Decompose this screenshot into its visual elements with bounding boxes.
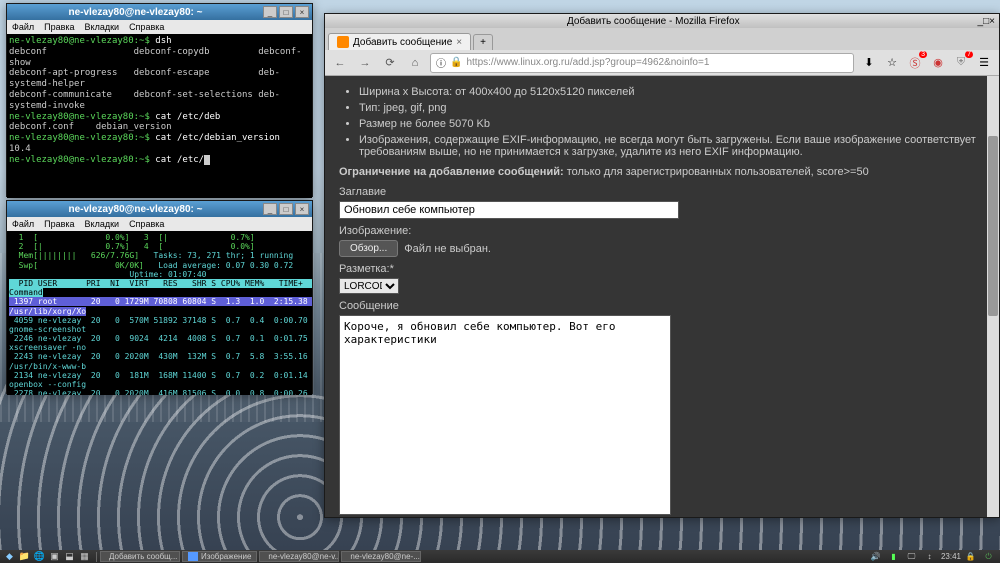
- menu-tabs[interactable]: Вкладки: [85, 219, 120, 229]
- scrollbar[interactable]: [987, 76, 999, 517]
- tab-close-icon[interactable]: ×: [456, 37, 462, 48]
- info-icon[interactable]: ⓘ: [436, 55, 446, 70]
- logout-icon[interactable]: ⏻: [982, 550, 995, 563]
- close-button[interactable]: ×: [989, 16, 995, 27]
- minimize-all-icon[interactable]: ⬓: [63, 550, 76, 563]
- page-content: Ширина x Высота: от 400x400 до 5120x5120…: [325, 76, 999, 517]
- message-label: Сообщение: [339, 300, 985, 312]
- close-button[interactable]: ×: [295, 203, 309, 215]
- list-item: Изображения, содержащие EXIF-информацию,…: [359, 134, 985, 158]
- battery-icon[interactable]: ▮: [887, 550, 900, 563]
- titlebar[interactable]: Добавить сообщение - Mozilla Firefox _ □…: [325, 14, 999, 28]
- titlebar[interactable]: ne-vlezay80@ne-vlezay80: ~ _ □ ×: [7, 4, 312, 20]
- maximize-button[interactable]: □: [279, 203, 293, 215]
- close-button[interactable]: ×: [295, 6, 309, 18]
- image-label: Изображение:: [339, 225, 985, 237]
- terminal-window-2[interactable]: ne-vlezay80@ne-vlezay80: ~ _ □ × Файл Пр…: [6, 200, 313, 394]
- bookmark-icon[interactable]: ☆: [882, 53, 902, 73]
- terminal-window-1[interactable]: ne-vlezay80@ne-vlezay80: ~ _ □ × Файл Пр…: [6, 3, 313, 197]
- file-status: Файл не выбран.: [404, 243, 491, 255]
- message-textarea[interactable]: [339, 315, 671, 515]
- download-icon[interactable]: ⬇: [859, 53, 879, 73]
- desktop-switcher-icon[interactable]: ▦: [78, 550, 91, 563]
- title-label: Заглавие: [339, 186, 985, 198]
- reload-button[interactable]: ⟳: [380, 53, 400, 73]
- taskbar: ◆ 📁 🌐 ▣ ⬓ ▦ Добавить сообщ...Изображение…: [0, 550, 1000, 563]
- list-item: Ширина x Высота: от 400x400 до 5120x5120…: [359, 86, 985, 98]
- home-button[interactable]: ⌂: [405, 53, 425, 73]
- noscript-icon[interactable]: Ⓢ3: [905, 53, 925, 73]
- terminal-icon[interactable]: ▣: [48, 550, 61, 563]
- menu-icon[interactable]: ☰: [974, 53, 994, 73]
- back-button[interactable]: ←: [330, 53, 350, 73]
- adblock-icon[interactable]: ◉: [928, 53, 948, 73]
- minimize-button[interactable]: _: [263, 203, 277, 215]
- shield-icon[interactable]: ⛨7: [951, 53, 971, 73]
- scrollbar-thumb[interactable]: [988, 136, 998, 316]
- menubar: Файл Правка Вкладки Справка: [7, 20, 312, 34]
- menu-help[interactable]: Справка: [129, 22, 164, 32]
- volume-icon[interactable]: 🔊: [869, 550, 882, 563]
- url-text: https://www.linux.org.ru/add.jsp?group=4…: [466, 57, 709, 68]
- markup-label: Разметка:*: [339, 263, 985, 275]
- nav-toolbar: ← → ⟳ ⌂ ⓘ 🔒 https://www.linux.org.ru/add…: [325, 50, 999, 76]
- browse-button[interactable]: Обзор...: [339, 240, 398, 257]
- firefox-window[interactable]: Добавить сообщение - Mozilla Firefox _ □…: [324, 13, 1000, 518]
- favicon-icon: [337, 36, 349, 48]
- menu-edit[interactable]: Правка: [44, 22, 74, 32]
- window-title: Добавить сообщение - Mozilla Firefox: [329, 16, 978, 27]
- taskbar-task[interactable]: ne-vlezay80@ne-...: [341, 551, 421, 562]
- taskbar-task[interactable]: Изображение: [182, 551, 257, 562]
- restriction-label: Ограничение на добавление сообщений:: [339, 166, 564, 178]
- start-menu-icon[interactable]: ◆: [3, 550, 16, 563]
- restriction-text: только для зарегистрированных пользовате…: [564, 166, 869, 178]
- menu-tabs[interactable]: Вкладки: [85, 22, 120, 32]
- window-title: ne-vlezay80@ne-vlezay80: ~: [10, 204, 261, 215]
- menubar: Файл Правка Вкладки Справка: [7, 217, 312, 231]
- tab-title: Добавить сообщение: [353, 37, 452, 48]
- browser-tab[interactable]: Добавить сообщение ×: [328, 33, 471, 50]
- menu-help[interactable]: Справка: [129, 219, 164, 229]
- lock-icon: 🔒: [450, 57, 462, 68]
- forward-button[interactable]: →: [355, 53, 375, 73]
- network-icon[interactable]: ↕: [923, 550, 936, 563]
- menu-file[interactable]: Файл: [12, 22, 34, 32]
- lock-icon[interactable]: 🔒: [964, 550, 977, 563]
- taskbar-task[interactable]: Добавить сообщ...: [100, 551, 180, 562]
- maximize-button[interactable]: □: [279, 6, 293, 18]
- terminal-content[interactable]: ne-vlezay80@ne-vlezay80:~$ dsh debconf d…: [7, 34, 312, 198]
- system-tray: 🔊 ▮ 🖵 ↕ 23:41 🔒 ⏻: [869, 550, 997, 563]
- requirements-list: Ширина x Высота: от 400x400 до 5120x5120…: [359, 86, 985, 158]
- browser-icon[interactable]: 🌐: [33, 550, 46, 563]
- monitor-icon[interactable]: 🖵: [905, 550, 918, 563]
- taskbar-task[interactable]: ne-vlezay80@ne-v...: [259, 551, 339, 562]
- htop-content[interactable]: 1 [ 0.0%] 3 [| 0.7%] 2 [| 0.7%] 4 [ 0.0%…: [7, 231, 312, 395]
- titlebar[interactable]: ne-vlezay80@ne-vlezay80: ~ _ □ ×: [7, 201, 312, 217]
- url-bar[interactable]: ⓘ 🔒 https://www.linux.org.ru/add.jsp?gro…: [430, 53, 854, 73]
- menu-file[interactable]: Файл: [12, 219, 34, 229]
- markup-select[interactable]: LORCODE: [339, 278, 399, 294]
- list-item: Тип: jpeg, gif, png: [359, 102, 985, 114]
- clock[interactable]: 23:41: [941, 552, 961, 561]
- file-manager-icon[interactable]: 📁: [18, 550, 31, 563]
- tab-bar: Добавить сообщение × +: [325, 28, 999, 50]
- list-item: Размер не более 5070 Kb: [359, 118, 985, 130]
- new-tab-button[interactable]: +: [473, 34, 493, 50]
- menu-edit[interactable]: Правка: [44, 219, 74, 229]
- minimize-button[interactable]: _: [263, 6, 277, 18]
- title-input[interactable]: [339, 201, 679, 219]
- window-title: ne-vlezay80@ne-vlezay80: ~: [10, 7, 261, 18]
